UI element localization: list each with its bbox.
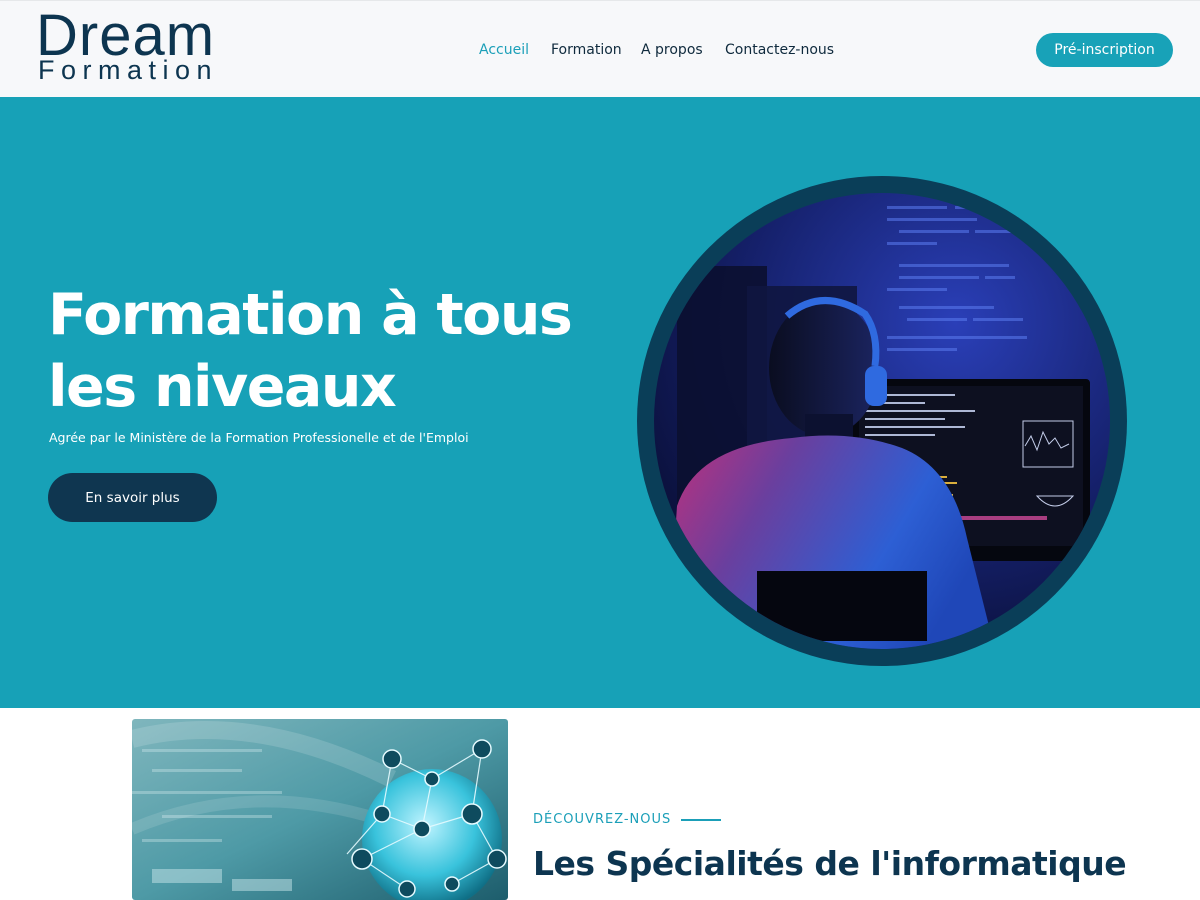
section-eyebrow: DÉCOUVREZ-NOUS [533,812,722,827]
hero-title: Formation à tous les niveaux [48,279,608,423]
network-image [132,719,508,900]
hero-image [637,176,1127,666]
nav-item-formation[interactable]: Formation [551,40,622,60]
pre-inscription-button[interactable]: Pré-inscription [1036,33,1173,67]
eyebrow-text: DÉCOUVREZ-NOUS [533,812,672,827]
logo-line2: Formation [38,55,219,85]
section-title: Les Spécialités de l'informatique [533,844,1127,883]
brand-logo[interactable]: Dream Formation [36,7,251,87]
specialties-section: DÉCOUVREZ-NOUS Les Spécialités de l'info… [0,708,1200,900]
network-globe-illustration [132,719,508,900]
eyebrow-divider [681,818,722,821]
site-header: Dream Formation Accueil Formation A prop… [0,0,1200,97]
hero-section: Formation à tous les niveaux Agrée par l… [0,97,1200,708]
hero-subtitle: Agrée par le Ministère de la Formation P… [49,430,469,445]
nav-item-a-propos[interactable]: A propos [641,40,703,60]
hero-title-line2: les niveaux [48,354,397,420]
nav-item-contact[interactable]: Contactez-nous [725,40,834,60]
learn-more-button[interactable]: En savoir plus [48,473,217,522]
nav-item-accueil[interactable]: Accueil [479,40,529,60]
developer-photo-illustration [654,193,1110,649]
hero-title-line1: Formation à tous [48,282,573,348]
